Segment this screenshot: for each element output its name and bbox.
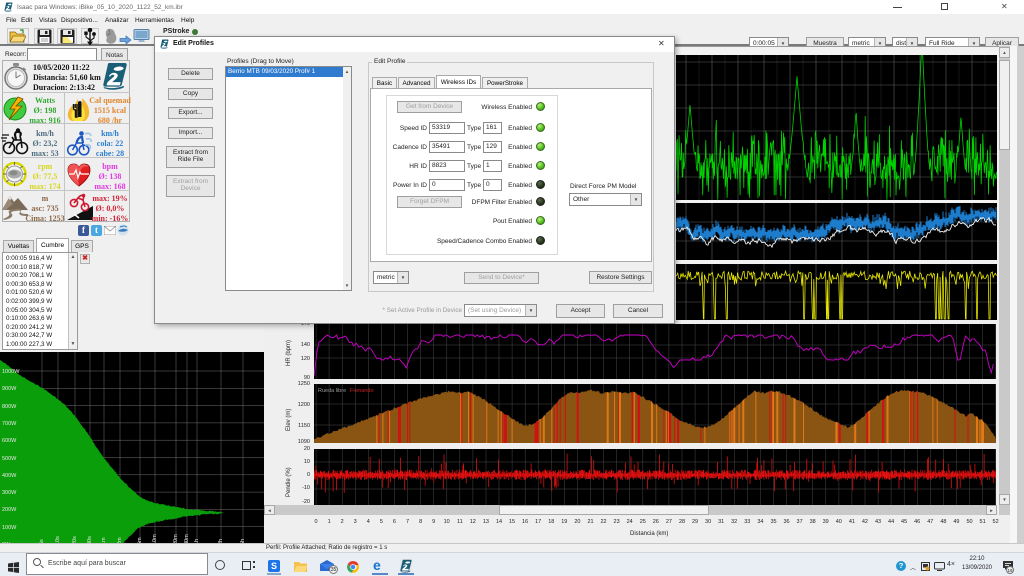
- svg-text:Rueda libre: Rueda libre: [318, 388, 346, 394]
- svg-text:700W: 700W: [2, 421, 17, 427]
- svg-text:400W: 400W: [2, 473, 17, 479]
- svg-text:600W: 600W: [2, 438, 17, 444]
- svg-text:900W: 900W: [2, 386, 17, 392]
- svg-text:200W: 200W: [2, 507, 17, 513]
- svg-text:1000W: 1000W: [2, 369, 20, 375]
- svg-text:500W: 500W: [2, 456, 17, 462]
- svg-text:Frenando: Frenando: [350, 388, 374, 394]
- svg-text:300W: 300W: [2, 490, 17, 496]
- svg-text:800W: 800W: [2, 404, 17, 410]
- svg-text:100W: 100W: [2, 525, 17, 531]
